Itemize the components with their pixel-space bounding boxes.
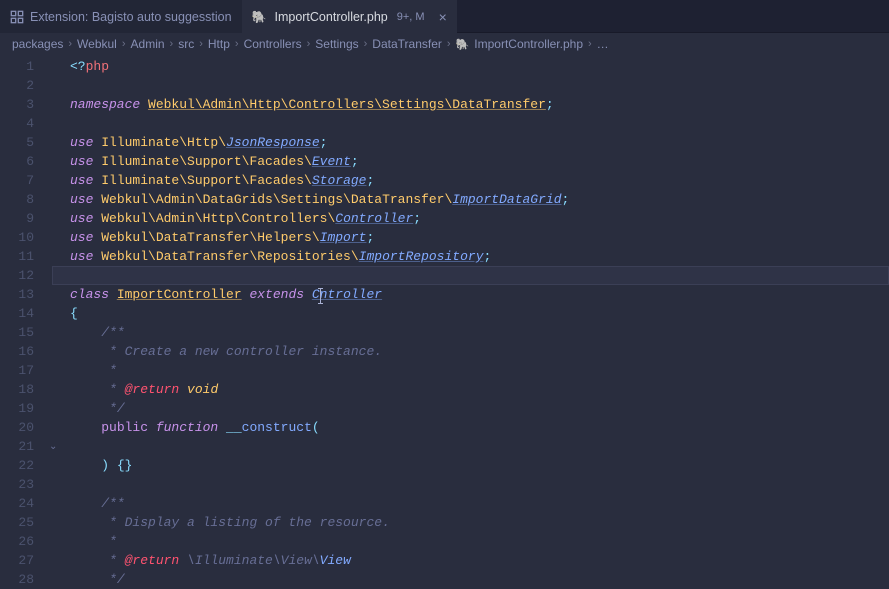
- crumb[interactable]: packages: [12, 37, 63, 51]
- tab-import-controller[interactable]: 🐘 ImportController.php 9+, M ×: [242, 0, 457, 33]
- crumb[interactable]: Controllers: [244, 37, 302, 51]
- crumb[interactable]: Admin: [131, 37, 165, 51]
- crumb[interactable]: Settings: [315, 37, 358, 51]
- close-icon[interactable]: ×: [439, 10, 447, 24]
- php-file-icon: 🐘: [456, 38, 470, 51]
- tab-suffix: 9+, M: [397, 11, 425, 23]
- tab-bar: Extension: Bagisto auto suggesstion 🐘 Im…: [0, 0, 889, 33]
- active-line: [52, 266, 889, 285]
- chevron-right-icon: ›: [307, 38, 311, 50]
- tab-extension[interactable]: Extension: Bagisto auto suggesstion: [0, 0, 242, 33]
- crumb: …: [597, 37, 609, 51]
- extension-icon: [10, 10, 24, 24]
- chevron-right-icon: ›: [364, 38, 368, 50]
- php-file-icon: 🐘: [252, 10, 267, 24]
- chevron-right-icon: ›: [122, 38, 126, 50]
- crumb[interactable]: Webkul: [77, 37, 117, 51]
- crumb[interactable]: ImportController.php: [474, 37, 583, 51]
- editor[interactable]: 12345 678910 1112131415 1617181920 21222…: [0, 55, 889, 589]
- chevron-right-icon: ›: [199, 38, 203, 50]
- code-area[interactable]: <?php namespace Webkul\Admin\Http\Contro…: [52, 55, 889, 589]
- chevron-right-icon: ›: [68, 38, 72, 50]
- crumb[interactable]: Http: [208, 37, 230, 51]
- crumb[interactable]: src: [178, 37, 194, 51]
- chevron-right-icon: ›: [170, 38, 174, 50]
- tab-label: Extension: Bagisto auto suggesstion: [30, 10, 232, 24]
- chevron-right-icon: ›: [235, 38, 239, 50]
- chevron-right-icon: ›: [588, 38, 592, 50]
- breadcrumb: packages › Webkul › Admin › src › Http › Cont…: [0, 33, 889, 55]
- chevron-right-icon: ›: [447, 38, 451, 50]
- crumb[interactable]: DataTransfer: [372, 37, 442, 51]
- line-gutter: 12345 678910 1112131415 1617181920 21222…: [0, 55, 52, 589]
- tab-label: ImportController.php: [274, 10, 387, 24]
